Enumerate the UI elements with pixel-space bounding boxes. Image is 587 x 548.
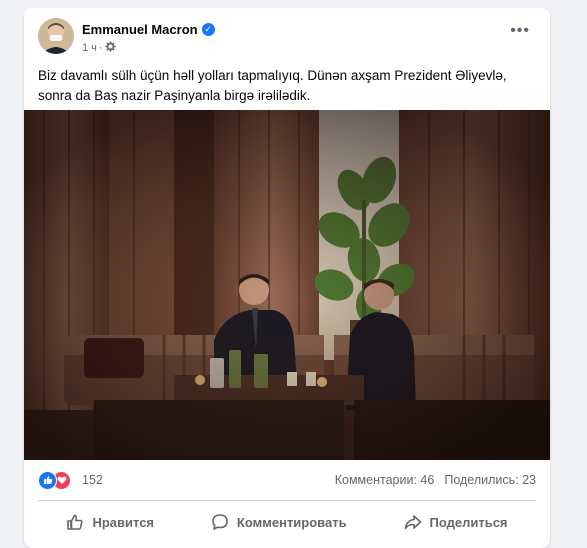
shares-count[interactable]: Поделились: 23 xyxy=(444,473,536,487)
audience-gear-icon[interactable] xyxy=(105,41,116,55)
meta-separator: · xyxy=(98,42,103,54)
post-meta: 1 ч · xyxy=(82,41,116,55)
share-arrow-icon xyxy=(404,513,422,531)
reactions-bar: 152 Комментарии: 46 Поделились: 23 xyxy=(38,471,536,491)
post-photo[interactable] xyxy=(24,110,550,460)
like-icon[interactable] xyxy=(38,471,57,490)
comment-bubble-icon xyxy=(211,513,229,531)
share-button[interactable]: Поделиться xyxy=(390,507,522,537)
comments-count[interactable]: Комментарии: 46 xyxy=(335,473,435,487)
comment-button-label: Комментировать xyxy=(236,514,347,530)
more-options-icon[interactable]: ••• xyxy=(510,23,530,39)
post-header: Emmanuel Macron ✓ 1 ч · ••• xyxy=(38,18,538,62)
author-name[interactable]: Emmanuel Macron ✓ xyxy=(82,22,215,37)
photo-scene-image xyxy=(24,110,550,460)
author-name-text[interactable]: Emmanuel Macron xyxy=(82,22,198,37)
like-button[interactable]: Нравится xyxy=(52,507,168,537)
thumbs-up-icon xyxy=(66,513,84,531)
post-actions: Нравится Комментировать Поделиться xyxy=(38,504,536,540)
post-stats: Комментарии: 46 Поделились: 23 xyxy=(335,473,536,487)
like-button-label: Нравится xyxy=(92,514,155,530)
actions-divider xyxy=(38,500,536,501)
avatar[interactable] xyxy=(38,18,74,54)
verified-badge-icon: ✓ xyxy=(201,23,215,36)
comment-button[interactable]: Комментировать xyxy=(197,507,361,537)
post-text: Biz davamlı sülh üçün həll yolları tapma… xyxy=(38,68,507,103)
reaction-icons[interactable] xyxy=(38,471,71,490)
reaction-count[interactable]: 152 xyxy=(82,473,103,487)
share-button-label: Поделиться xyxy=(429,514,508,530)
post-card: Emmanuel Macron ✓ 1 ч · ••• Biz davamlı xyxy=(24,8,550,548)
post-time[interactable]: 1 ч xyxy=(82,42,97,54)
